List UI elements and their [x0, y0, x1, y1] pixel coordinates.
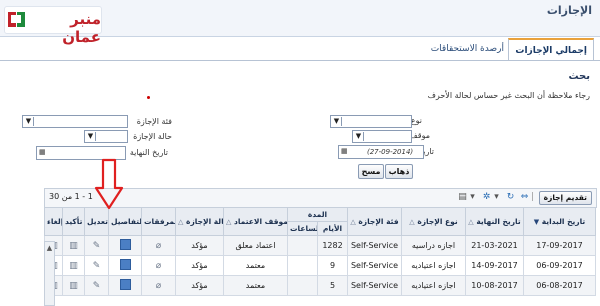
- calendar-icon[interactable]: ▦: [341, 147, 351, 156]
- table-row: ▥ ▥ ✎ ⌀ مؤكد اعتماد معلق 1282 Self-Servi…: [44, 235, 596, 256]
- view-menu-icon[interactable]: ▾: [491, 192, 502, 203]
- sort-asc-icon[interactable]: △: [226, 218, 231, 226]
- chevron-down-icon: ▼: [332, 117, 342, 126]
- confirm-header: تأكيد: [62, 207, 85, 236]
- edit-header: تعديل: [84, 207, 109, 236]
- chevron-down-icon: ▼: [24, 117, 34, 126]
- sort-desc-icon[interactable]: ▼: [534, 218, 539, 226]
- leave-status-label: حالة الإجازة: [133, 132, 172, 141]
- details-icon[interactable]: [108, 275, 142, 296]
- scroll-up-icon[interactable]: ▲: [45, 244, 54, 252]
- tabs-divider: [0, 60, 600, 61]
- end-date-cell: 21-03-2021: [465, 235, 524, 256]
- sort-asc-icon[interactable]: △: [178, 218, 183, 226]
- approval-status-cell: معتمد: [223, 255, 288, 276]
- edit-pencil-icon[interactable]: ✎: [84, 255, 109, 276]
- paperclip-icon[interactable]: ⌀: [141, 275, 176, 296]
- go-button[interactable]: ذهاب: [385, 164, 413, 179]
- paperclip-icon[interactable]: ⌀: [141, 255, 176, 276]
- detach-icon[interactable]: ⇔: [519, 192, 530, 203]
- approval-status-cell: معتمد: [223, 275, 288, 296]
- sort-asc-icon[interactable]: △: [409, 218, 414, 226]
- calendar-icon[interactable]: ▦: [39, 148, 49, 157]
- leave-status-cell: مؤكد: [175, 275, 224, 296]
- leave-type-select[interactable]: ▼: [330, 115, 412, 128]
- leave-status-cell: مؤكد: [175, 255, 224, 276]
- hours-header: الساعات: [287, 221, 318, 236]
- start-date-cell: 06-08-2017: [523, 275, 596, 296]
- hours-cell: [287, 275, 318, 296]
- details-header: التفاصيل: [108, 207, 142, 236]
- view-menu-icon[interactable]: ▾: [467, 192, 478, 203]
- start-date-cell: 17-09-2017: [523, 235, 596, 256]
- page-title: الإجازات: [546, 4, 592, 17]
- edit-pencil-icon[interactable]: ✎: [84, 275, 109, 296]
- start-date-header[interactable]: ▼ تاريخ البداية: [523, 207, 596, 236]
- logo-text: منبر عمان: [62, 10, 101, 46]
- days-cell: 1282: [317, 235, 348, 256]
- duration-header: المدة: [287, 207, 348, 222]
- leave-category-cell: Self-Service: [347, 255, 402, 276]
- table-row: ▥ ▥ ✎ ⌀ مؤكد معتمد 9 Self-Service اجازه …: [44, 255, 596, 276]
- approval-status-cell: اعتماد معلق: [223, 235, 288, 256]
- gear-icon[interactable]: ✲: [481, 192, 492, 203]
- leave-status-select[interactable]: ▼: [84, 130, 128, 143]
- chevron-down-icon: ▼: [354, 132, 364, 141]
- chevron-down-icon: ▼: [86, 132, 96, 141]
- leave-category-cell: Self-Service: [347, 275, 402, 296]
- start-date-cell: 06-09-2017: [523, 255, 596, 276]
- details-icon[interactable]: [108, 255, 142, 276]
- leave-type-header[interactable]: △ نوع الإجازة: [401, 207, 466, 236]
- red-dot-marker: [147, 96, 150, 99]
- details-icon[interactable]: [108, 235, 142, 256]
- hours-cell: [287, 255, 318, 276]
- edit-pencil-icon[interactable]: ✎: [84, 235, 109, 256]
- leave-type-cell: اجازه اعتياديه: [401, 275, 466, 296]
- end-date-label: تاريخ النهاية: [129, 148, 168, 157]
- logo-mark-icon: [8, 12, 25, 27]
- table-scrollbar[interactable]: ▲: [44, 241, 55, 306]
- annotation-arrow-icon: [94, 158, 124, 210]
- confirm-icon[interactable]: ▥: [62, 275, 85, 296]
- search-note: رجاء ملاحظة أن البحث غير حساس لحالة الأح…: [427, 91, 590, 100]
- paperclip-icon[interactable]: ⌀: [141, 235, 176, 256]
- end-date-header[interactable]: △ تاريخ النهاية: [465, 207, 524, 236]
- leave-type-cell: اجازه دراسيه: [401, 235, 466, 256]
- cancel-header: إلغاء: [44, 207, 63, 236]
- sort-asc-icon[interactable]: △: [468, 218, 473, 226]
- leave-category-select[interactable]: ▼: [22, 115, 128, 128]
- search-section-title: بحث: [568, 71, 590, 82]
- leave-type-cell: اجازه اعتياديه: [401, 255, 466, 276]
- confirm-icon[interactable]: ▥: [62, 255, 85, 276]
- days-cell: 9: [317, 255, 348, 276]
- tab-entitlement-balances[interactable]: أرصدة الاستحقاقات: [425, 38, 510, 60]
- leave-results-table: إلغاء تأكيد تعديل التفاصيل المرفقات △ حا…: [44, 207, 596, 296]
- leave-category-label: فئة الإجازة: [136, 117, 172, 126]
- end-date-cell: 14-09-2017: [465, 255, 524, 276]
- results-toolbar: تقديم إجازة | ⇔ ↻ ▾ ✲ ▾ ▤ 1 - 1 من 30: [44, 188, 597, 208]
- table-row: ▥ ▥ ✎ ⌀ مؤكد معتمد 5 Self-Service اجازه …: [44, 275, 596, 296]
- attachments-header: المرفقات: [141, 207, 176, 236]
- confirm-icon[interactable]: ▥: [62, 235, 85, 256]
- approval-status-header[interactable]: △ موقف الاعتماد: [223, 207, 288, 236]
- leave-category-cell: Self-Service: [347, 235, 402, 256]
- start-date-input[interactable]: ▦ (27-09-2014): [338, 145, 424, 159]
- approval-status-select[interactable]: ▼: [352, 130, 412, 143]
- leave-status-header[interactable]: △ حالة الإجازة: [175, 207, 224, 236]
- print-icon[interactable]: ▤: [457, 192, 468, 203]
- site-logo: منبر عمان: [4, 6, 102, 46]
- tab-leave-totals[interactable]: إجمالي الإجازات: [508, 38, 594, 61]
- refresh-icon[interactable]: ↻: [505, 192, 516, 203]
- hours-cell: [287, 235, 318, 256]
- pager-text: 1 - 1 من 30: [49, 192, 93, 201]
- leave-category-header[interactable]: △ فئة الإجازة: [347, 207, 402, 236]
- leave-status-cell: مؤكد: [175, 235, 224, 256]
- end-date-cell: 10-08-2017: [465, 275, 524, 296]
- sort-asc-icon[interactable]: △: [350, 218, 355, 226]
- days-cell: 5: [317, 275, 348, 296]
- clear-button[interactable]: مسح: [358, 164, 384, 179]
- days-header: الأيام: [317, 221, 348, 236]
- start-date-placeholder: (27-09-2014): [367, 148, 414, 156]
- submit-leave-button[interactable]: تقديم إجازة: [538, 191, 592, 205]
